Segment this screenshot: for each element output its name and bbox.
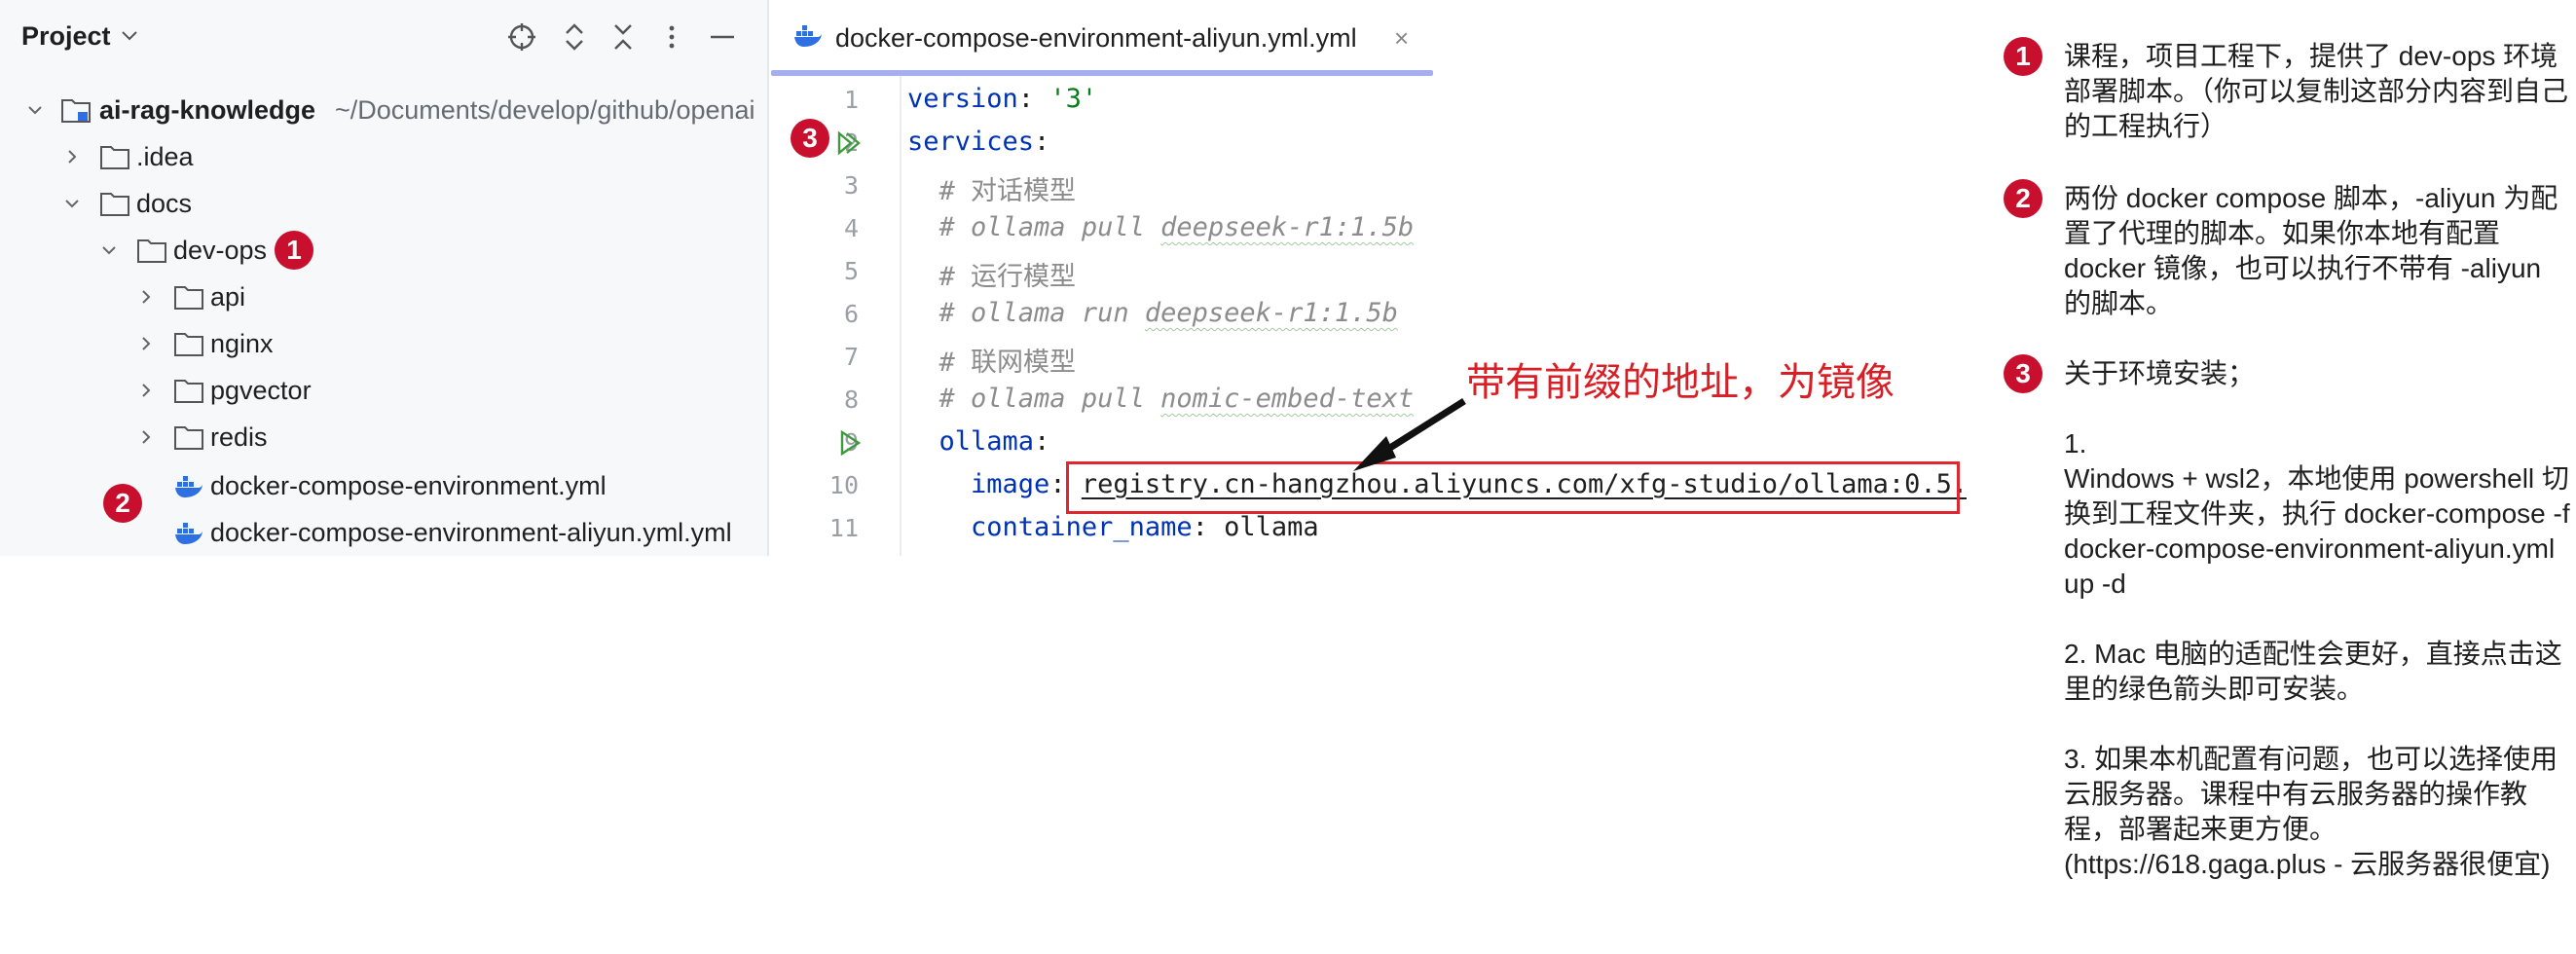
badge-2: 2	[2004, 179, 2042, 218]
tree-item-root[interactable]: ai-rag-knowledge ~/Documents/develop/git…	[0, 87, 767, 133]
tree-item-api[interactable]: api	[0, 274, 767, 320]
tree-item-idea[interactable]: .idea	[0, 133, 767, 180]
code-text: # ollama run deepseek-r1:1.5b	[938, 298, 1398, 328]
tree-item-path: ~/Documents/develop/github/openai	[335, 95, 755, 125]
code-text: # 对话模型	[938, 176, 1077, 206]
note-3-step-2: 2. Mac 电脑的适配性会更好，直接点击这里的绿色箭头即可安装。	[2064, 639, 2562, 704]
tree-item-nginx[interactable]: nginx	[0, 320, 767, 367]
crosshair-icon[interactable]	[504, 19, 539, 55]
code-line[interactable]: 11 container_name: ollama	[771, 508, 1967, 551]
chevron-down-icon[interactable]	[101, 242, 117, 258]
more-icon[interactable]	[654, 19, 689, 55]
tree-item-label: nginx	[210, 329, 274, 358]
code-line[interactable]: 2 services:	[771, 123, 1967, 165]
minimize-icon[interactable]	[705, 19, 740, 55]
tree-item-redis[interactable]: redis	[0, 414, 767, 460]
module-folder-icon	[61, 99, 91, 123]
run-all-icon[interactable]	[835, 128, 865, 158]
tree-item-label: .idea	[136, 142, 194, 171]
tree-item-label: docs	[136, 189, 193, 218]
line-number: 7	[843, 343, 859, 371]
code-line[interactable]: 9 ollama:	[771, 422, 1967, 465]
chevron-down-icon[interactable]	[27, 102, 43, 118]
tree-item-label: docker-compose-environment-aliyun.yml.ym…	[210, 518, 732, 547]
badge-3: 3	[2004, 354, 2042, 393]
note-3-step-3: 3. 如果本机配置有问题，也可以选择使用云服务器。课程中有云服务器的操作教程，部…	[2064, 744, 2558, 879]
line-number: 1	[843, 86, 859, 114]
code-text: # ollama pull deepseek-r1:1.5b	[938, 212, 1415, 242]
tab-label: docker-compose-environment-aliyun.yml.ym…	[835, 23, 1357, 53]
tree-item-pgvector[interactable]: pgvector	[0, 367, 767, 414]
line-number: 6	[843, 300, 859, 328]
tree-item-dev-ops[interactable]: dev-ops 1	[0, 227, 767, 274]
annotation-text: 带有前缀的地址，为镜像	[1466, 361, 1895, 404]
code-line[interactable]: 4 # ollama pull deepseek-r1:1.5b	[771, 208, 1967, 251]
chevron-right-icon[interactable]	[138, 383, 154, 398]
note-3-step-1-number: 1.	[2064, 428, 2087, 459]
editor-tab[interactable]: docker-compose-environment-aliyun.yml.ym…	[771, 0, 1433, 76]
code-text: container_name: ollama	[971, 512, 1319, 542]
docker-icon	[794, 25, 822, 47]
note-2: 两份 docker compose 脚本，-aliyun 为配置了代理的脚本。如…	[2064, 183, 2558, 318]
close-icon[interactable]: ×	[1394, 23, 1409, 54]
code-text: version: '3'	[907, 84, 1098, 114]
code-editor[interactable]: docker-compose-environment-aliyun.yml.ym…	[771, 0, 1967, 556]
note-3-step-1: Windows + wsl2，本地使用 powershell 切换到工程文件夹，…	[2064, 463, 2570, 599]
notes-panel: 1 课程，项目工程下，提供了 dev-ops 环境部署脚本。（你可以复制这部分内…	[1986, 0, 2576, 954]
run-icon[interactable]	[835, 428, 865, 458]
chevron-right-icon[interactable]	[138, 336, 154, 351]
folder-icon	[174, 426, 203, 450]
code-text: # 运行模型	[938, 262, 1077, 292]
project-panel-title[interactable]: Project	[21, 21, 111, 52]
badge-2: 2	[103, 484, 142, 523]
tree-item-docs[interactable]: docs	[0, 180, 767, 227]
note-1: 课程，项目工程下，提供了 dev-ops 环境部署脚本。（你可以复制这部分内容到…	[2064, 41, 2569, 141]
folder-icon	[100, 146, 129, 169]
note-3-title: 关于环境安装；	[2064, 358, 2256, 388]
folder-icon	[137, 239, 166, 263]
tab-active-indicator	[771, 70, 1433, 76]
code-text: # 联网模型	[938, 348, 1077, 378]
chevron-right-icon[interactable]	[138, 429, 154, 445]
collapse-icon[interactable]	[606, 19, 641, 55]
line-number: 5	[843, 257, 859, 285]
line-number: 4	[843, 214, 859, 242]
code-line[interactable]: 1 version: '3'	[771, 80, 1967, 123]
expand-icon[interactable]	[557, 19, 592, 55]
chevron-right-icon[interactable]	[138, 289, 154, 305]
line-number: 11	[828, 514, 859, 542]
folder-icon	[174, 286, 203, 310]
tree-item-label: dev-ops	[173, 236, 268, 265]
badge-1: 1	[2004, 37, 2042, 76]
line-number: 3	[843, 171, 859, 200]
line-number: 10	[828, 471, 859, 499]
note-3: 关于环境安装； 1. Windows + wsl2，本地使用 powershel…	[2064, 356, 2570, 882]
project-panel-header: Project	[0, 0, 767, 76]
image-highlight-box	[1066, 461, 1960, 514]
folder-icon	[100, 193, 129, 216]
code-text: ollama:	[938, 426, 1050, 457]
badge-3: 3	[791, 119, 829, 158]
docker-icon	[175, 476, 202, 497]
tree-item-label: docker-compose-environment.yml	[210, 471, 607, 500]
tree-item-label: pgvector	[210, 376, 312, 405]
line-number: 8	[843, 385, 859, 414]
chevron-down-icon[interactable]	[121, 29, 138, 43]
code-line[interactable]: 6 # ollama run deepseek-r1:1.5b	[771, 294, 1967, 337]
tree-item-label: ai-rag-knowledge	[99, 95, 316, 125]
code-text: services:	[907, 127, 1050, 157]
docker-icon	[175, 523, 202, 544]
badge-1: 1	[275, 231, 313, 270]
project-panel: Project ai-rag-knowledge ~/Documents/dev…	[0, 0, 769, 556]
folder-icon	[174, 333, 203, 356]
folder-icon	[174, 380, 203, 403]
code-text: # ollama pull nomic-embed-text	[938, 384, 1415, 414]
chevron-right-icon[interactable]	[64, 149, 80, 165]
code-line[interactable]: 3 # 对话模型	[771, 165, 1967, 208]
tree-item-label: api	[210, 282, 246, 312]
tree-item-label: redis	[210, 422, 268, 452]
chevron-down-icon[interactable]	[64, 196, 80, 211]
code-line[interactable]: 5 # 运行模型	[771, 251, 1967, 294]
